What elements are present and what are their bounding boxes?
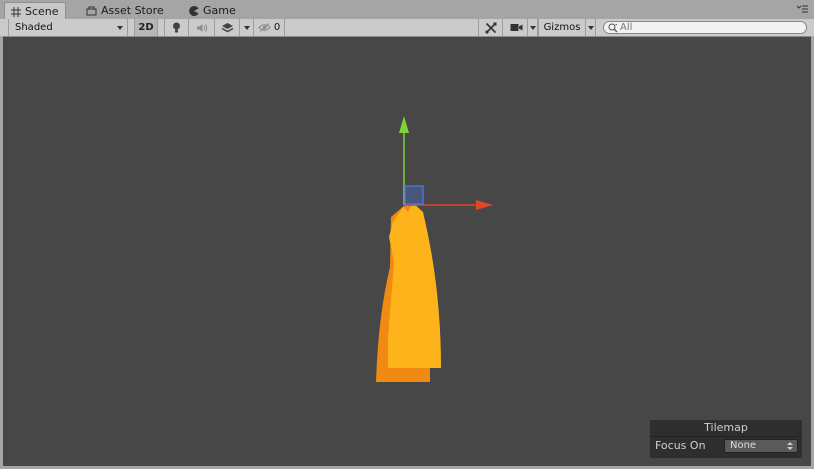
tab-label: Asset Store (101, 4, 164, 17)
effects-dropdown-arrow[interactable] (240, 19, 254, 36)
chevron-down-icon (117, 26, 123, 30)
scene-toolbar: Shaded 2D 0 Gizmos All (0, 19, 814, 37)
tab-label: Scene (25, 5, 59, 18)
tab-game[interactable]: Game (183, 2, 242, 19)
speaker-icon (196, 23, 208, 33)
store-icon (86, 6, 97, 16)
effects-dropdown[interactable] (215, 19, 240, 36)
2d-toggle-button[interactable]: 2D (134, 19, 158, 36)
scene-viewport[interactable]: Tilemap Focus On None (3, 37, 811, 466)
sprite-front[interactable] (388, 203, 441, 368)
hierarchy-search-input[interactable]: All (603, 21, 807, 34)
search-placeholder: All (620, 22, 633, 33)
draw-mode-label: Shaded (15, 22, 53, 33)
gizmos-label: Gizmos (543, 22, 581, 33)
chevron-down-icon (529, 25, 536, 30)
camera-icon (510, 23, 523, 32)
pacman-icon (189, 5, 199, 16)
chevron-down-icon (587, 25, 594, 30)
2d-label: 2D (138, 22, 154, 33)
hidden-count: 0 (273, 22, 281, 33)
camera-settings-dropdown[interactable] (528, 19, 538, 36)
eye-slash-icon (258, 23, 271, 32)
tab-asset-store[interactable]: Asset Store (80, 2, 170, 19)
draw-mode-dropdown[interactable]: Shaded (8, 19, 128, 36)
tilemap-overlay-panel: Tilemap Focus On None (650, 420, 802, 458)
gizmos-dropdown[interactable] (586, 19, 596, 36)
audio-toggle-button[interactable] (189, 19, 215, 36)
move-handle-xy-plane[interactable] (404, 185, 424, 205)
search-icon (608, 23, 618, 33)
tab-label: Game (203, 4, 236, 17)
gizmos-button[interactable]: Gizmos (538, 19, 586, 36)
tab-scene[interactable]: Scene (4, 2, 66, 20)
scene-tools-button[interactable] (478, 19, 503, 36)
lighting-toggle-button[interactable] (164, 19, 189, 36)
camera-settings-button[interactable] (506, 19, 528, 36)
lightbulb-icon (172, 22, 181, 33)
hidden-objects-toggle[interactable]: 0 (254, 19, 285, 36)
focus-on-dropdown[interactable]: None (724, 439, 798, 453)
tab-menu-icon[interactable] (796, 4, 808, 14)
layers-icon (221, 22, 234, 33)
focus-on-label: Focus On (655, 439, 706, 452)
chevron-updown-icon (787, 441, 793, 451)
tilemap-overlay-title: Tilemap (704, 421, 748, 434)
overlay-divider (650, 436, 802, 437)
chevron-down-icon (243, 25, 250, 30)
focus-on-value: None (730, 440, 757, 451)
grid-icon (11, 6, 21, 17)
tab-bar: Scene Asset Store Game (0, 0, 814, 20)
tools-icon (484, 22, 497, 34)
